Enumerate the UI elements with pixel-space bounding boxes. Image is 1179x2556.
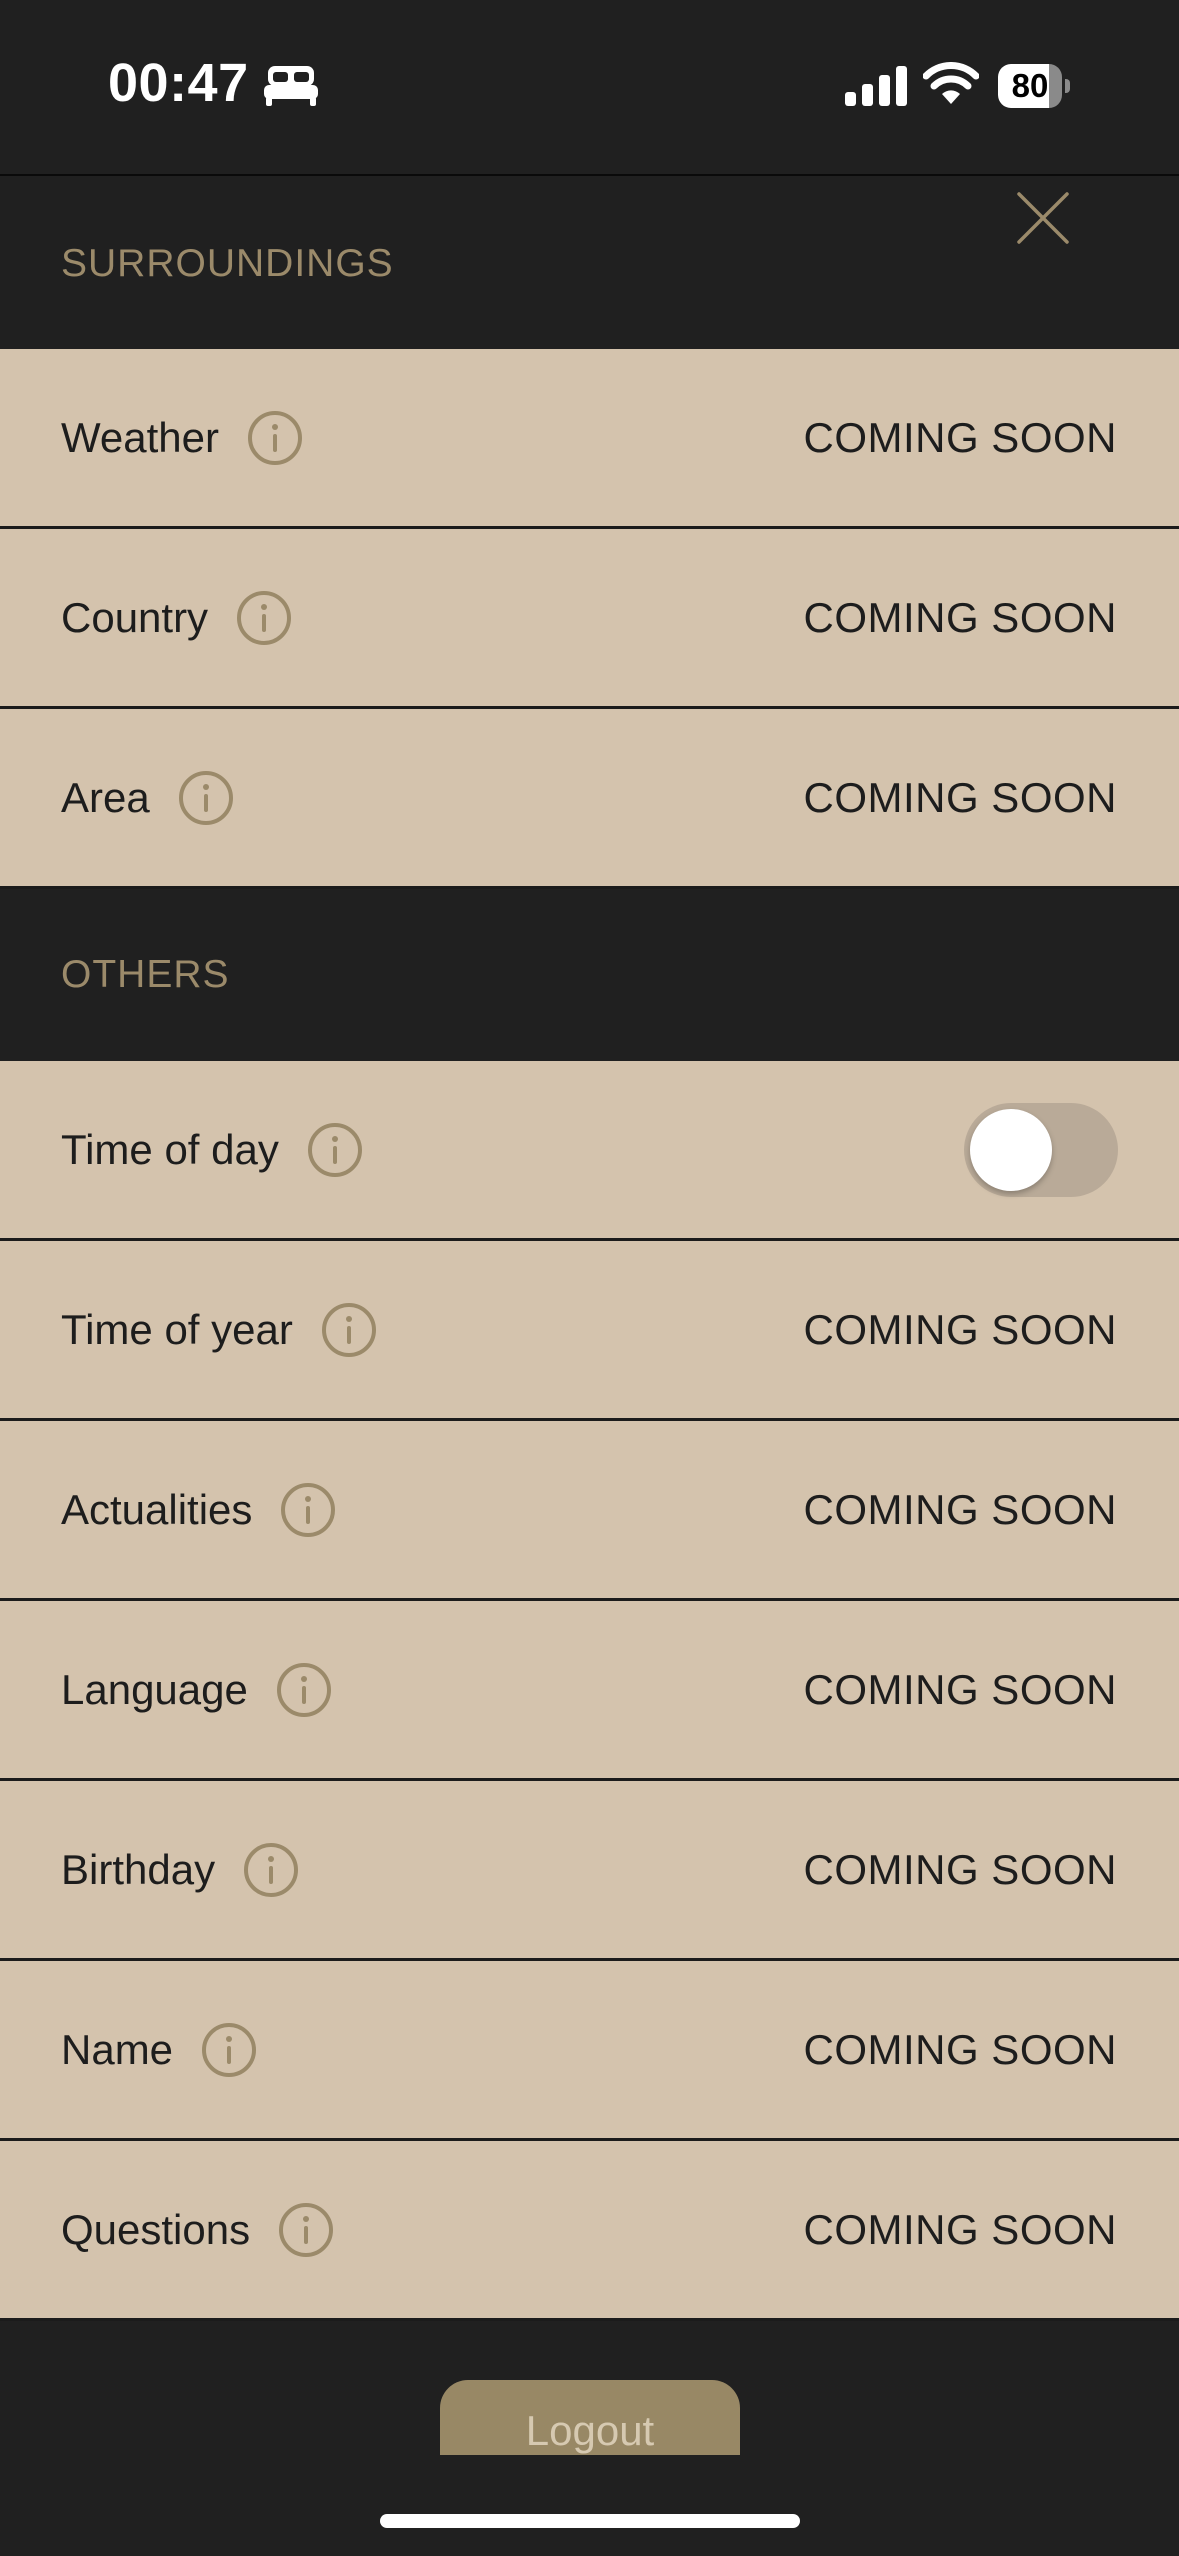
setting-row-questions: Questions COMING SOON	[0, 2141, 1179, 2321]
info-icon[interactable]	[236, 590, 292, 646]
row-label: Actualities	[61, 1485, 253, 1533]
others-list: Time of day Time of year COMING SOON Act…	[0, 1061, 1179, 2321]
battery-cap	[1065, 79, 1070, 93]
section-header-others: OTHERS	[0, 889, 1179, 1061]
section-title-surroundings: SURROUNDINGS	[61, 242, 394, 285]
row-value: COMING SOON	[803, 2206, 1117, 2253]
info-icon[interactable]	[280, 1482, 336, 1538]
row-label: Country	[61, 593, 209, 641]
row-label: Area	[61, 773, 150, 821]
row-value: COMING SOON	[803, 414, 1117, 461]
setting-row-language: Language COMING SOON	[0, 1601, 1179, 1781]
row-value: COMING SOON	[803, 1846, 1117, 1893]
setting-row-area: Area COMING SOON	[0, 709, 1179, 889]
info-icon[interactable]	[201, 2022, 257, 2078]
info-icon[interactable]	[321, 1302, 377, 1358]
row-value: COMING SOON	[803, 1306, 1117, 1353]
wifi-icon	[923, 62, 979, 104]
setting-row-birthday: Birthday COMING SOON	[0, 1781, 1179, 1961]
row-label: Time of day	[61, 1125, 279, 1173]
close-icon[interactable]	[1011, 186, 1075, 250]
row-label-group: Questions	[61, 2141, 334, 2318]
row-value: COMING SOON	[803, 774, 1117, 821]
home-indicator[interactable]	[380, 2514, 800, 2528]
row-label: Questions	[61, 2205, 251, 2253]
setting-row-actualities: Actualities COMING SOON	[0, 1421, 1179, 1601]
row-label-group: Birthday	[61, 1781, 299, 1958]
status-bar: 00:47 80	[0, 0, 1179, 176]
time-of-day-toggle[interactable]	[964, 1103, 1118, 1197]
row-label: Language	[61, 1665, 248, 1713]
setting-row-weather: Weather COMING SOON	[0, 349, 1179, 529]
row-value: COMING SOON	[803, 1666, 1117, 1713]
battery-icon: 80	[998, 64, 1070, 108]
row-label: Weather	[61, 413, 219, 461]
info-icon[interactable]	[243, 1842, 299, 1898]
info-icon[interactable]	[247, 410, 303, 466]
section-title-others: OTHERS	[61, 953, 230, 996]
row-label-group: Weather	[61, 349, 303, 526]
logout-button[interactable]: Logout	[440, 2380, 740, 2455]
bed-icon	[264, 66, 318, 106]
row-label-group: Time of year	[61, 1241, 377, 1418]
row-label: Name	[61, 2025, 174, 2073]
row-value: COMING SOON	[803, 1486, 1117, 1533]
surroundings-list: Weather COMING SOON Country COMING SOON …	[0, 349, 1179, 889]
setting-row-name: Name COMING SOON	[0, 1961, 1179, 2141]
setting-row-time-of-day: Time of day	[0, 1061, 1179, 1241]
info-icon[interactable]	[278, 2202, 334, 2258]
row-value: COMING SOON	[803, 594, 1117, 641]
row-label-group: Language	[61, 1601, 332, 1778]
row-label: Time of year	[61, 1305, 293, 1353]
row-label: Birthday	[61, 1845, 216, 1893]
setting-row-country: Country COMING SOON	[0, 529, 1179, 709]
status-time: 00:47	[108, 53, 249, 113]
battery-body: 80	[998, 64, 1062, 108]
info-icon[interactable]	[307, 1122, 363, 1178]
row-value: COMING SOON	[803, 2026, 1117, 2073]
row-label-group: Actualities	[61, 1421, 336, 1598]
battery-level: 80	[1011, 67, 1049, 104]
toggle-knob	[970, 1109, 1052, 1191]
cellular-signal-icon	[845, 66, 907, 106]
section-header-surroundings: SURROUNDINGS	[0, 176, 1179, 349]
row-label-group: Time of day	[61, 1061, 363, 1238]
row-label-group: Name	[61, 1961, 257, 2138]
info-icon[interactable]	[276, 1662, 332, 1718]
row-label-group: Area	[61, 709, 234, 886]
setting-row-time-of-year: Time of year COMING SOON	[0, 1241, 1179, 1421]
info-icon[interactable]	[178, 770, 234, 826]
row-label-group: Country	[61, 529, 292, 706]
